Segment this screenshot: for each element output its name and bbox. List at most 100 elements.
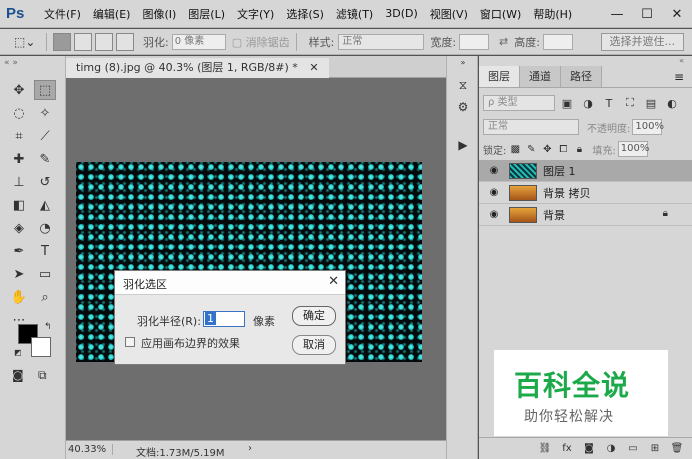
width-input[interactable] bbox=[459, 33, 490, 50]
menu-filter[interactable]: 滤镜(T) bbox=[336, 6, 373, 22]
menu-file[interactable]: 文件(F) bbox=[44, 6, 81, 22]
layer-style-icon[interactable]: fx bbox=[558, 443, 576, 454]
menu-layer[interactable]: 图层(L) bbox=[188, 6, 225, 22]
tab-channels[interactable]: 通道 bbox=[520, 66, 561, 87]
path-selection-tool-icon[interactable]: ➤ bbox=[8, 264, 30, 284]
lock-all-icon[interactable]: 🔒︎ bbox=[572, 144, 586, 155]
visibility-eye-icon[interactable]: ◉ bbox=[485, 209, 503, 220]
layer-thumbnail bbox=[509, 162, 537, 179]
apply-canvas-bounds-checkbox[interactable] bbox=[125, 337, 135, 347]
cancel-button[interactable]: 取消 bbox=[292, 335, 336, 355]
type-filter-icon[interactable]: T bbox=[600, 97, 618, 110]
ok-button[interactable]: 确定 bbox=[292, 306, 336, 326]
pen-tool-icon[interactable]: ✒ bbox=[8, 241, 30, 261]
blend-mode-select[interactable]: 正常 bbox=[483, 119, 579, 135]
visibility-eye-icon[interactable]: ◉ bbox=[485, 165, 503, 176]
magic-wand-tool-icon[interactable]: ✧ bbox=[34, 103, 56, 123]
lock-position-icon[interactable]: ✥ bbox=[540, 144, 554, 155]
fill-input[interactable]: 100% bbox=[617, 141, 649, 157]
blur-tool-icon[interactable]: ◈ bbox=[8, 218, 30, 238]
delete-layer-icon[interactable]: 🗑︎ bbox=[668, 443, 686, 454]
menu-view[interactable]: 视图(V) bbox=[430, 6, 468, 22]
screen-mode-icon[interactable]: ⧉ bbox=[38, 368, 47, 383]
document-tab[interactable]: timg (8).jpg @ 40.3% (图层 1, RGB/8#) * ✕ bbox=[66, 58, 329, 78]
close-tab-icon[interactable]: ✕ bbox=[309, 61, 318, 74]
filter-type-select[interactable]: ρ 类型 bbox=[483, 95, 555, 111]
menu-edit[interactable]: 编辑(E) bbox=[93, 6, 131, 22]
smart-object-filter-icon[interactable]: ▤ bbox=[642, 97, 660, 110]
eraser-tool-icon[interactable]: ◧ bbox=[8, 195, 30, 215]
collapse-icon[interactable]: « » bbox=[4, 58, 18, 68]
lasso-tool-icon[interactable]: ◌ bbox=[8, 103, 30, 123]
quick-mask-icon[interactable]: ◙ bbox=[12, 368, 24, 382]
rectangular-marquee-tool-icon[interactable]: ⬚ bbox=[34, 80, 56, 100]
tab-paths[interactable]: 路径 bbox=[561, 66, 602, 87]
select-and-mask-button[interactable]: 选择并遮住... bbox=[600, 33, 684, 51]
layer-row[interactable]: ◉ 背景 🔒︎ bbox=[479, 204, 692, 226]
image-filter-icon[interactable]: ▣ bbox=[558, 97, 576, 110]
canvas-area[interactable] bbox=[66, 78, 446, 440]
zoom-tool-icon[interactable]: ⌕ bbox=[34, 287, 56, 307]
new-selection-button[interactable] bbox=[53, 32, 71, 51]
menu-3d[interactable]: 3D(D) bbox=[385, 7, 418, 20]
hand-tool-icon[interactable]: ✋ bbox=[8, 287, 30, 307]
intersect-selection-button[interactable] bbox=[116, 32, 134, 51]
background-color-swatch[interactable] bbox=[31, 337, 51, 357]
apply-canvas-bounds-label[interactable]: 应用画布边界的效果 bbox=[141, 335, 240, 351]
subtract-from-selection-button[interactable] bbox=[95, 32, 113, 51]
menu-type[interactable]: 文字(Y) bbox=[237, 6, 274, 22]
minimize-button[interactable]: — bbox=[602, 0, 632, 28]
collapse-icon[interactable]: » bbox=[455, 58, 471, 74]
new-group-icon[interactable]: ▭ bbox=[624, 443, 642, 454]
clone-stamp-tool-icon[interactable]: ⊥ bbox=[8, 172, 30, 192]
brush-tool-icon[interactable]: ✎ bbox=[34, 149, 56, 169]
feather-radius-input[interactable]: 1 bbox=[203, 311, 245, 327]
history-panel-icon[interactable]: ⧖ bbox=[455, 78, 471, 94]
eyedropper-tool-icon[interactable]: ⟋ bbox=[34, 126, 56, 146]
adjustment-layer-icon[interactable]: ◑ bbox=[602, 443, 620, 454]
feather-input[interactable]: 0 像素 bbox=[171, 33, 226, 50]
lock-artboard-icon[interactable]: ⧠ bbox=[556, 144, 570, 155]
filter-toggle-icon[interactable]: ◐ bbox=[663, 97, 681, 110]
adjustment-filter-icon[interactable]: ◑ bbox=[579, 97, 597, 110]
menu-select[interactable]: 选择(S) bbox=[286, 6, 324, 22]
actions-panel-icon[interactable]: ▶ bbox=[455, 138, 471, 154]
layer-mask-icon[interactable]: ◙ bbox=[580, 443, 598, 454]
move-tool-icon[interactable]: ✥ bbox=[8, 80, 30, 100]
lock-pixels-icon[interactable]: ✎ bbox=[524, 144, 538, 155]
close-window-button[interactable]: ✕ bbox=[662, 0, 692, 28]
paint-bucket-tool-icon[interactable]: ◭ bbox=[34, 195, 56, 215]
menu-window[interactable]: 窗口(W) bbox=[480, 6, 521, 22]
properties-panel-icon[interactable]: ⚙ bbox=[455, 100, 471, 116]
layer-row[interactable]: ◉ 背景 拷贝 bbox=[479, 182, 692, 204]
new-layer-icon[interactable]: ⊞ bbox=[646, 443, 664, 454]
link-layers-icon[interactable]: ⛓ bbox=[536, 443, 554, 454]
menu-help[interactable]: 帮助(H) bbox=[533, 6, 572, 22]
menu-image[interactable]: 图像(I) bbox=[142, 6, 176, 22]
zoom-level[interactable]: 40.33% bbox=[68, 444, 114, 455]
swap-colors-icon[interactable]: ↰ bbox=[44, 322, 52, 332]
dodge-tool-icon[interactable]: ◔ bbox=[34, 218, 56, 238]
add-to-selection-button[interactable] bbox=[74, 32, 92, 51]
marquee-preset-icon[interactable]: ⬚⌄ bbox=[14, 35, 40, 49]
visibility-eye-icon[interactable]: ◉ bbox=[485, 187, 503, 198]
collapse-icon[interactable]: « bbox=[679, 56, 684, 65]
style-select[interactable]: 正常 bbox=[338, 33, 425, 50]
panel-menu-icon[interactable]: ≡ bbox=[674, 70, 684, 84]
layer-row[interactable]: ◉ 图层 1 bbox=[479, 160, 692, 182]
rectangle-tool-icon[interactable]: ▭ bbox=[34, 264, 56, 284]
history-brush-tool-icon[interactable]: ↺ bbox=[34, 172, 56, 192]
healing-brush-tool-icon[interactable]: ✚ bbox=[8, 149, 30, 169]
tab-layers[interactable]: 图层 bbox=[479, 66, 520, 87]
shape-filter-icon[interactable]: ⛶ bbox=[621, 96, 639, 110]
opacity-input[interactable]: 100% bbox=[632, 119, 664, 135]
swap-icon[interactable]: ⇄ bbox=[499, 35, 508, 48]
status-menu-arrow[interactable]: › bbox=[248, 443, 252, 454]
height-input[interactable] bbox=[542, 33, 573, 50]
lock-transparent-icon[interactable]: ▩ bbox=[508, 144, 522, 155]
close-icon[interactable]: ✕ bbox=[328, 274, 339, 289]
type-tool-icon[interactable]: T bbox=[34, 241, 56, 261]
default-colors-icon[interactable]: ◩ bbox=[14, 348, 22, 357]
crop-tool-icon[interactable]: ⌗ bbox=[8, 126, 30, 146]
maximize-button[interactable]: ☐ bbox=[632, 0, 662, 28]
